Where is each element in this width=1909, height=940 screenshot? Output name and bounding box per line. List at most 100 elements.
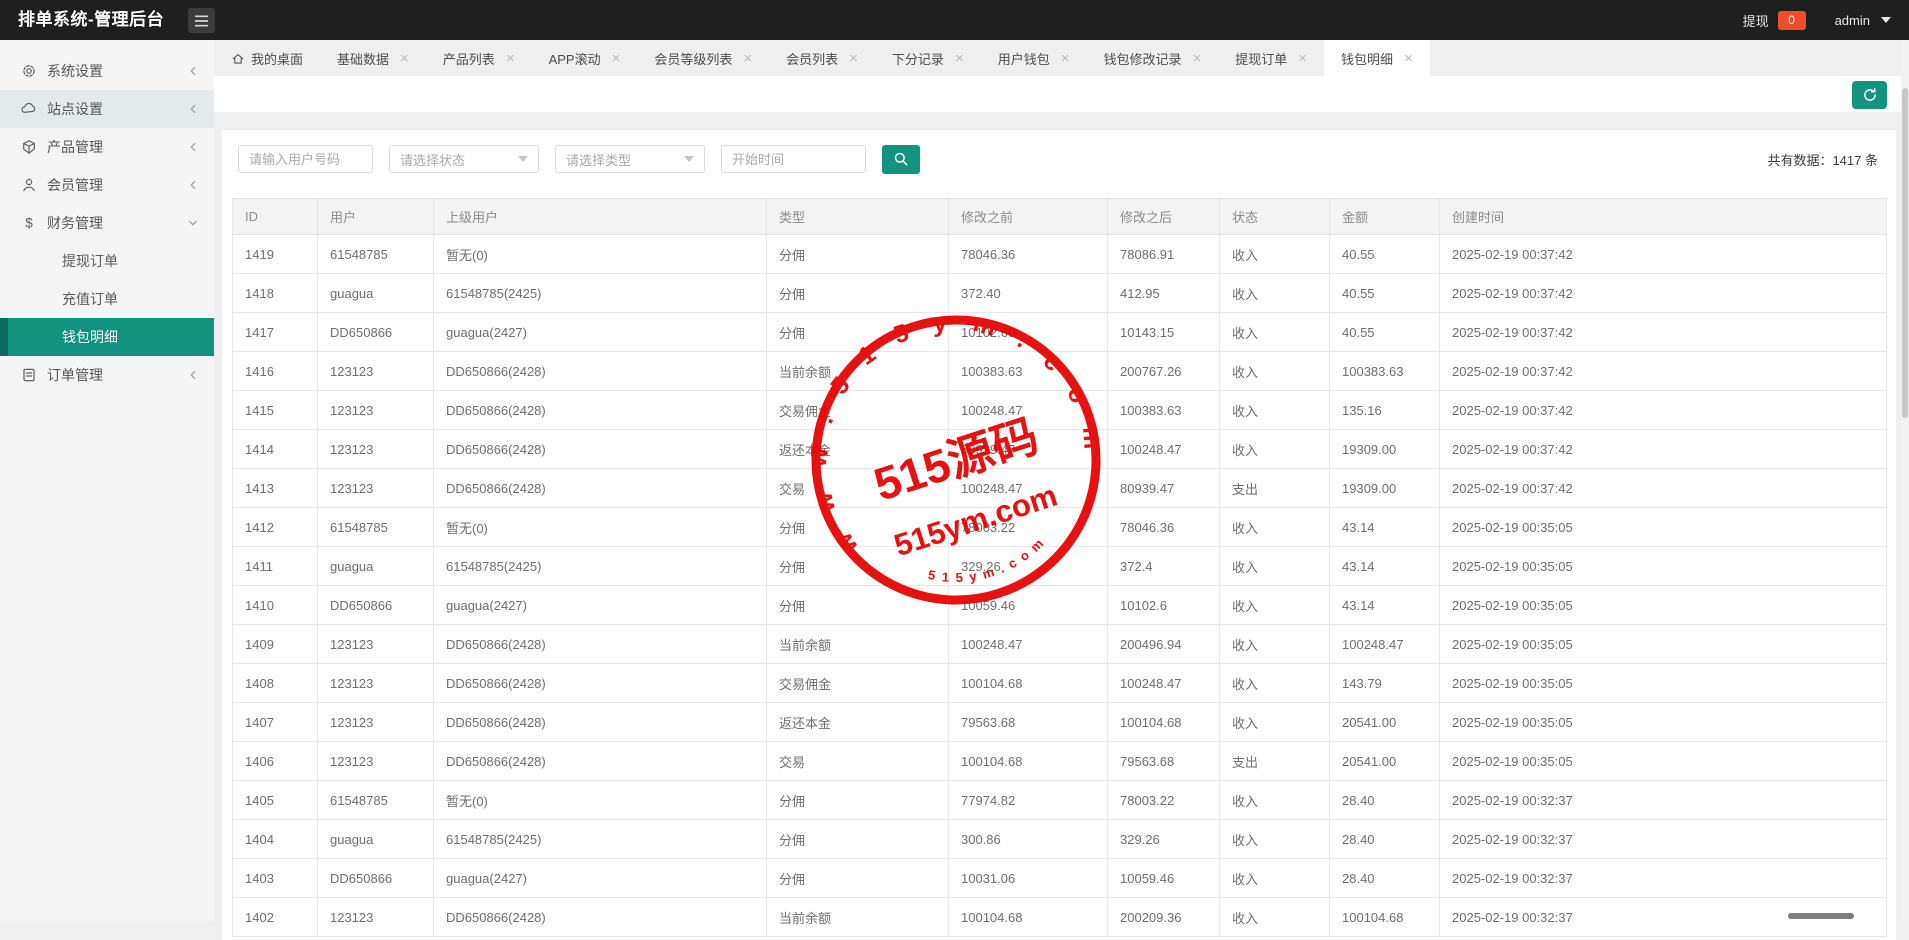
- table-cell: 支出: [1219, 741, 1330, 781]
- sidebar-item-3[interactable]: 会员管理: [0, 166, 214, 204]
- tab-close-icon[interactable]: ×: [1193, 51, 1202, 66]
- sidebar-subitem[interactable]: 提现订单: [0, 242, 214, 280]
- vertical-scrollbar-thumb[interactable]: [1902, 88, 1908, 418]
- tab-close-icon[interactable]: ×: [400, 51, 409, 66]
- sidebar-item-4[interactable]: $ 财务管理: [0, 204, 214, 242]
- hamburger-icon: [194, 14, 209, 27]
- table-cell: 分佣: [766, 273, 949, 313]
- chevron-left-icon: [186, 102, 200, 116]
- table-cell: 123123: [317, 390, 434, 430]
- table-cell: 交易佣金: [766, 663, 949, 703]
- tab-close-icon[interactable]: ×: [743, 51, 752, 66]
- table-cell: 300.86: [948, 819, 1108, 859]
- sidebar-item-2[interactable]: 产品管理: [0, 128, 214, 166]
- tab-close-icon[interactable]: ×: [955, 51, 964, 66]
- tab-9[interactable]: 提现订单 ×: [1218, 40, 1324, 76]
- chevron-left-icon: [186, 368, 200, 382]
- app-title: 排单系统-管理后台: [18, 10, 165, 29]
- table-cell: 61548785: [317, 234, 434, 274]
- table-cell: 100383.63: [948, 351, 1108, 391]
- table-cell: DD650866: [317, 585, 434, 625]
- tab-7[interactable]: 用户钱包 ×: [981, 40, 1087, 76]
- tab-5[interactable]: 会员列表 ×: [769, 40, 875, 76]
- tab-close-icon[interactable]: ×: [1061, 51, 1070, 66]
- sidebar-item-0[interactable]: 系统设置: [0, 52, 214, 90]
- start-date-input[interactable]: [721, 145, 866, 173]
- table-cell: 200209.36: [1107, 897, 1220, 937]
- column-header: 上级用户: [433, 198, 767, 235]
- tab-10[interactable]: 钱包明细 ×: [1324, 40, 1430, 76]
- gear-icon: [20, 63, 37, 80]
- vertical-scrollbar[interactable]: [1901, 40, 1909, 921]
- tab-0[interactable]: 我的桌面: [214, 40, 320, 76]
- table-cell: DD650866: [317, 858, 434, 898]
- tab-6[interactable]: 下分记录 ×: [875, 40, 981, 76]
- table-cell: 78003.22: [1107, 780, 1220, 820]
- chevron-down-icon: [518, 156, 528, 162]
- tab-2[interactable]: 产品列表 ×: [426, 40, 532, 76]
- sidebar-subitem[interactable]: 充值订单: [0, 280, 214, 318]
- table-row: 1411 guagua 61548785(2425) 分佣 329.26 372.4 收入 4…: [232, 546, 1887, 586]
- status-select[interactable]: 请选择状态: [389, 145, 539, 173]
- type-select[interactable]: 请选择类型: [555, 145, 705, 173]
- tab-1[interactable]: 基础数据 ×: [320, 40, 426, 76]
- table-cell: 交易: [766, 741, 949, 781]
- tab-label: 我的桌面: [251, 51, 304, 67]
- table-cell: 79563.68: [1107, 741, 1220, 781]
- table-cell: 收入: [1219, 507, 1330, 547]
- table-cell: 收入: [1219, 663, 1330, 703]
- column-header: ID: [232, 198, 318, 235]
- table-cell: 200767.26: [1107, 351, 1220, 391]
- table-cell: 10059.46: [1107, 858, 1220, 898]
- tab-close-icon[interactable]: ×: [506, 51, 515, 66]
- hamburger-menu-button[interactable]: [188, 8, 215, 33]
- tab-close-icon[interactable]: ×: [1404, 51, 1413, 66]
- chevron-down-icon[interactable]: [1881, 17, 1891, 23]
- tab-label: 会员列表: [786, 51, 839, 67]
- table-row: 1406 123123 DD650866(2428) 交易 100104.68 79563…: [232, 741, 1887, 781]
- tab-3[interactable]: APP滚动 ×: [532, 40, 638, 76]
- table-cell: 40.55: [1329, 273, 1440, 313]
- table-cell: 收入: [1219, 780, 1330, 820]
- table-cell: 收入: [1219, 429, 1330, 469]
- user-menu[interactable]: admin: [1835, 13, 1870, 28]
- tab-close-icon[interactable]: ×: [612, 51, 621, 66]
- table-cell: 2025-02-19 00:37:42: [1439, 312, 1887, 352]
- withdraw-badge[interactable]: 0: [1777, 10, 1806, 30]
- search-button[interactable]: [882, 144, 920, 174]
- table-cell: 1411: [232, 546, 318, 586]
- table-row: 1402 123123 DD650866(2428) 当前余额 100104.68 200…: [232, 897, 1887, 937]
- user-number-input[interactable]: [238, 145, 373, 173]
- tab-8[interactable]: 钱包修改记录 ×: [1086, 40, 1218, 76]
- horizontal-scrollbar-thumb[interactable]: [1788, 913, 1854, 919]
- table-cell: 2025-02-19 00:37:42: [1439, 351, 1887, 391]
- tab-close-icon[interactable]: ×: [1298, 51, 1307, 66]
- refresh-button[interactable]: [1852, 81, 1887, 109]
- tab-4[interactable]: 会员等级列表 ×: [637, 40, 769, 76]
- sidebar-subitem[interactable]: 钱包明细: [0, 318, 214, 356]
- table-cell: 28.40: [1329, 858, 1440, 898]
- tab-label: 提现订单: [1235, 51, 1288, 67]
- table-cell: 2025-02-19 00:35:05: [1439, 546, 1887, 586]
- site-icon: [20, 101, 37, 118]
- sidebar-item-1[interactable]: 站点设置: [0, 90, 214, 128]
- tab-close-icon[interactable]: ×: [849, 51, 858, 66]
- table-cell: 收入: [1219, 819, 1330, 859]
- chevron-left-icon: [186, 178, 200, 192]
- table-row: 1403 DD650866 guagua(2427) 分佣 10031.06 10059.…: [232, 858, 1887, 898]
- topbar-right: 提现 0 admin: [1743, 0, 1891, 40]
- table-cell: 43.14: [1329, 507, 1440, 547]
- table-cell: 80939.47: [1107, 468, 1220, 508]
- table-cell: 1413: [232, 468, 318, 508]
- table-cell: 100383.63: [1107, 390, 1220, 430]
- table-cell: 2025-02-19 00:35:05: [1439, 585, 1887, 625]
- table-cell: DD650866(2428): [433, 663, 767, 703]
- table-cell: 100383.63: [1329, 351, 1440, 391]
- top-bar: 排单系统-管理后台 提现 0 admin: [0, 0, 1909, 40]
- table-cell: 19309.00: [1329, 429, 1440, 469]
- table-cell: 收入: [1219, 273, 1330, 313]
- chevron-down-icon: [186, 216, 200, 230]
- table-row: 1404 guagua 61548785(2425) 分佣 300.86 329.26 收入…: [232, 819, 1887, 859]
- withdraw-link[interactable]: 提现: [1743, 11, 1769, 30]
- sidebar-item-5[interactable]: 订单管理: [0, 356, 214, 394]
